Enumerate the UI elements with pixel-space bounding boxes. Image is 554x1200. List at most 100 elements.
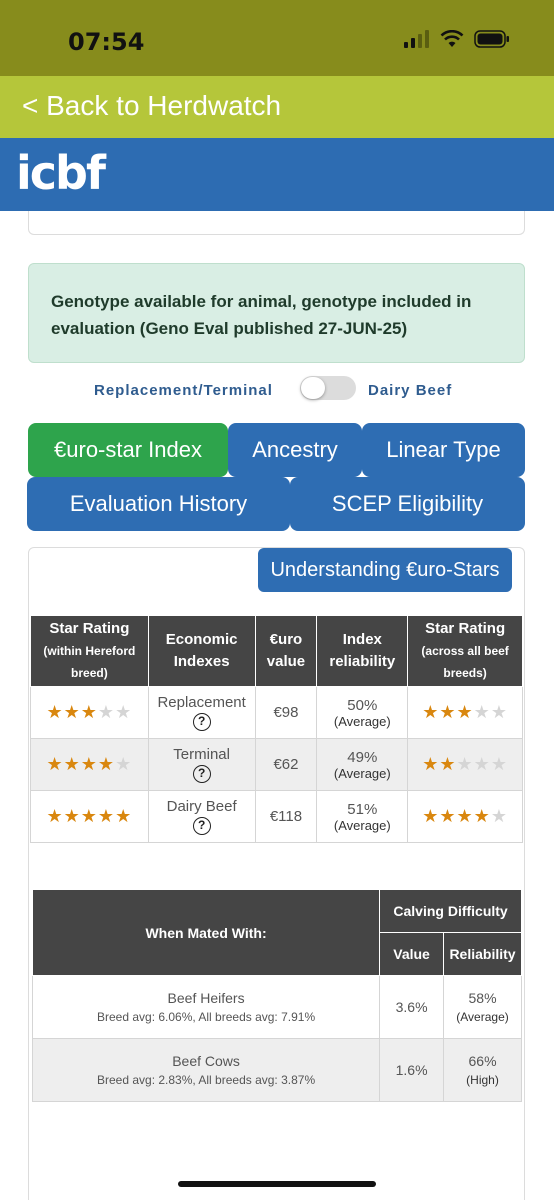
status-icons [404,30,510,48]
calving-reliability-cell: 66% (High) [443,1038,522,1102]
reliability-level: (Average) [333,817,391,833]
star-rating: ★★★★★ [422,754,508,774]
mated-with-name: Beef Heifers [167,990,245,1006]
toggle-knob [301,377,325,399]
stars-across-cell: ★★★★★ [407,686,523,739]
replacement-dairy-toggle[interactable] [300,376,356,400]
index-name: Dairy Beef [166,798,237,815]
header-index-reliability: Index reliability [316,615,409,687]
header-value: Value [379,932,445,976]
star-empty-icon: ★ [115,702,133,722]
index-name-cell: Dairy Beef? [147,790,256,843]
back-to-herdwatch-link[interactable]: < Back to Herdwatch [22,90,281,122]
back-bar: < Back to Herdwatch [0,76,554,138]
reliability-level: (Average) [456,1010,509,1024]
header-star-rating-within-title: Star Rating [49,620,130,637]
reliability-value: 51% [347,800,378,818]
status-time: 07:54 [68,28,145,56]
star-filled-icon: ★ [46,702,64,722]
tab-scep-eligibility[interactable]: SCEP Eligibility [290,477,525,531]
star-empty-icon: ★ [490,806,508,826]
reliability-level: (Average) [333,713,391,729]
calving-difficulty-table: When Mated With: Calving Difficulty Valu… [31,889,522,1102]
reliability-value: 58% [468,990,497,1006]
toggle-left-label: Replacement/Terminal [94,382,273,399]
table-row: ★★★★★ Replacement? €98 50% (Average) ★★★★… [30,686,523,739]
star-filled-icon: ★ [439,702,457,722]
star-empty-icon: ★ [473,702,491,722]
previous-card-edge [28,211,525,235]
star-filled-icon: ★ [63,806,81,826]
star-filled-icon: ★ [439,754,457,774]
star-filled-icon: ★ [80,806,98,826]
stars-within-cell: ★★★★★ [30,738,149,791]
star-filled-icon: ★ [456,702,474,722]
help-icon[interactable]: ? [192,713,211,731]
tab-euro-star-index[interactable]: €uro-star Index [28,423,228,477]
star-rating: ★★★★★ [47,702,133,722]
mated-with-cell: Beef Cows Breed avg: 2.83%, All breeds av… [31,1038,381,1102]
table-row: Beef Cows Breed avg: 2.83%, All breeds av… [31,1038,522,1102]
calving-reliability-cell: 58% (Average) [443,975,522,1039]
star-empty-icon: ★ [473,754,491,774]
stars-across-cell: ★★★★★ [407,790,523,843]
calving-value-cell: 1.6% [379,1038,445,1102]
battery-icon [474,30,509,48]
star-empty-icon: ★ [456,754,474,774]
header-star-rating-across-sub: (across all beef breeds) [421,644,509,680]
mated-with-cell: Beef Heifers Breed avg: 6.06%, All breeds… [31,975,381,1039]
genotype-alert: Genotype available for animal, genotype … [28,263,525,363]
signal-icon [404,30,429,48]
tab-linear-type[interactable]: Linear Type [362,423,525,477]
tab-evaluation-history[interactable]: Evaluation History [27,477,290,531]
header-star-rating-within: Star Rating (within Hereford breed) [30,615,149,687]
star-filled-icon: ★ [422,754,440,774]
header-calving-difficulty: Calving Difficulty [379,889,522,933]
index-name-cell: Replacement? [147,686,256,739]
star-filled-icon: ★ [46,806,64,826]
star-filled-icon: ★ [80,754,98,774]
star-filled-icon: ★ [439,806,457,826]
breed-average-text: Breed avg: 6.06%, All breeds avg: 7.91% [96,1010,316,1024]
brand-header: icbf [0,138,554,211]
understanding-euro-stars-button[interactable]: Understanding €uro-Stars [258,548,512,592]
icbf-logo: icbf [16,146,106,200]
home-indicator [178,1181,376,1187]
table-row: ★★★★★ Dairy Beef? €118 51% (Average) ★★★★… [30,790,523,843]
euro-value-cell: €98 [254,686,318,739]
euro-value-cell: €62 [254,738,318,791]
star-rating: ★★★★★ [47,754,133,774]
star-empty-icon: ★ [490,754,508,774]
star-filled-icon: ★ [97,806,116,826]
reliability-value: 66% [468,1053,497,1069]
star-filled-icon: ★ [63,754,81,774]
index-toggle-row: Replacement/Terminal Dairy Beef [0,376,554,406]
tab-ancestry[interactable]: Ancestry [228,423,362,477]
mated-with-name: Beef Cows [172,1053,240,1069]
star-filled-icon: ★ [456,806,474,826]
header-star-rating-across-title: Star Rating [425,620,506,637]
star-rating: ★★★★★ [422,806,508,826]
reliability-level: (Average) [333,765,391,781]
stars-within-cell: ★★★★★ [30,790,149,843]
reliability-value: 49% [347,748,378,766]
header-reliability: Reliability [443,932,522,976]
star-empty-icon: ★ [97,702,116,722]
star-filled-icon: ★ [115,806,133,826]
help-icon[interactable]: ? [192,817,211,835]
reliability-level: (High) [466,1073,499,1087]
toggle-right-label: Dairy Beef [368,382,453,399]
reliability-cell: 49% (Average) [316,738,409,791]
reliability-cell: 51% (Average) [316,790,409,843]
breed-average-text: Breed avg: 2.83%, All breeds avg: 3.87% [96,1073,316,1087]
euro-star-index-table: Star Rating (within Hereford breed) Econ… [30,615,523,843]
header-euro-value: €uro value [254,615,318,687]
wifi-icon [440,30,464,47]
star-filled-icon: ★ [473,806,491,826]
reliability-cell: 50% (Average) [316,686,409,739]
star-empty-icon: ★ [490,702,508,722]
star-filled-icon: ★ [422,806,440,826]
index-name: Replacement [157,694,246,711]
help-icon[interactable]: ? [192,765,211,783]
star-rating: ★★★★★ [47,806,133,826]
